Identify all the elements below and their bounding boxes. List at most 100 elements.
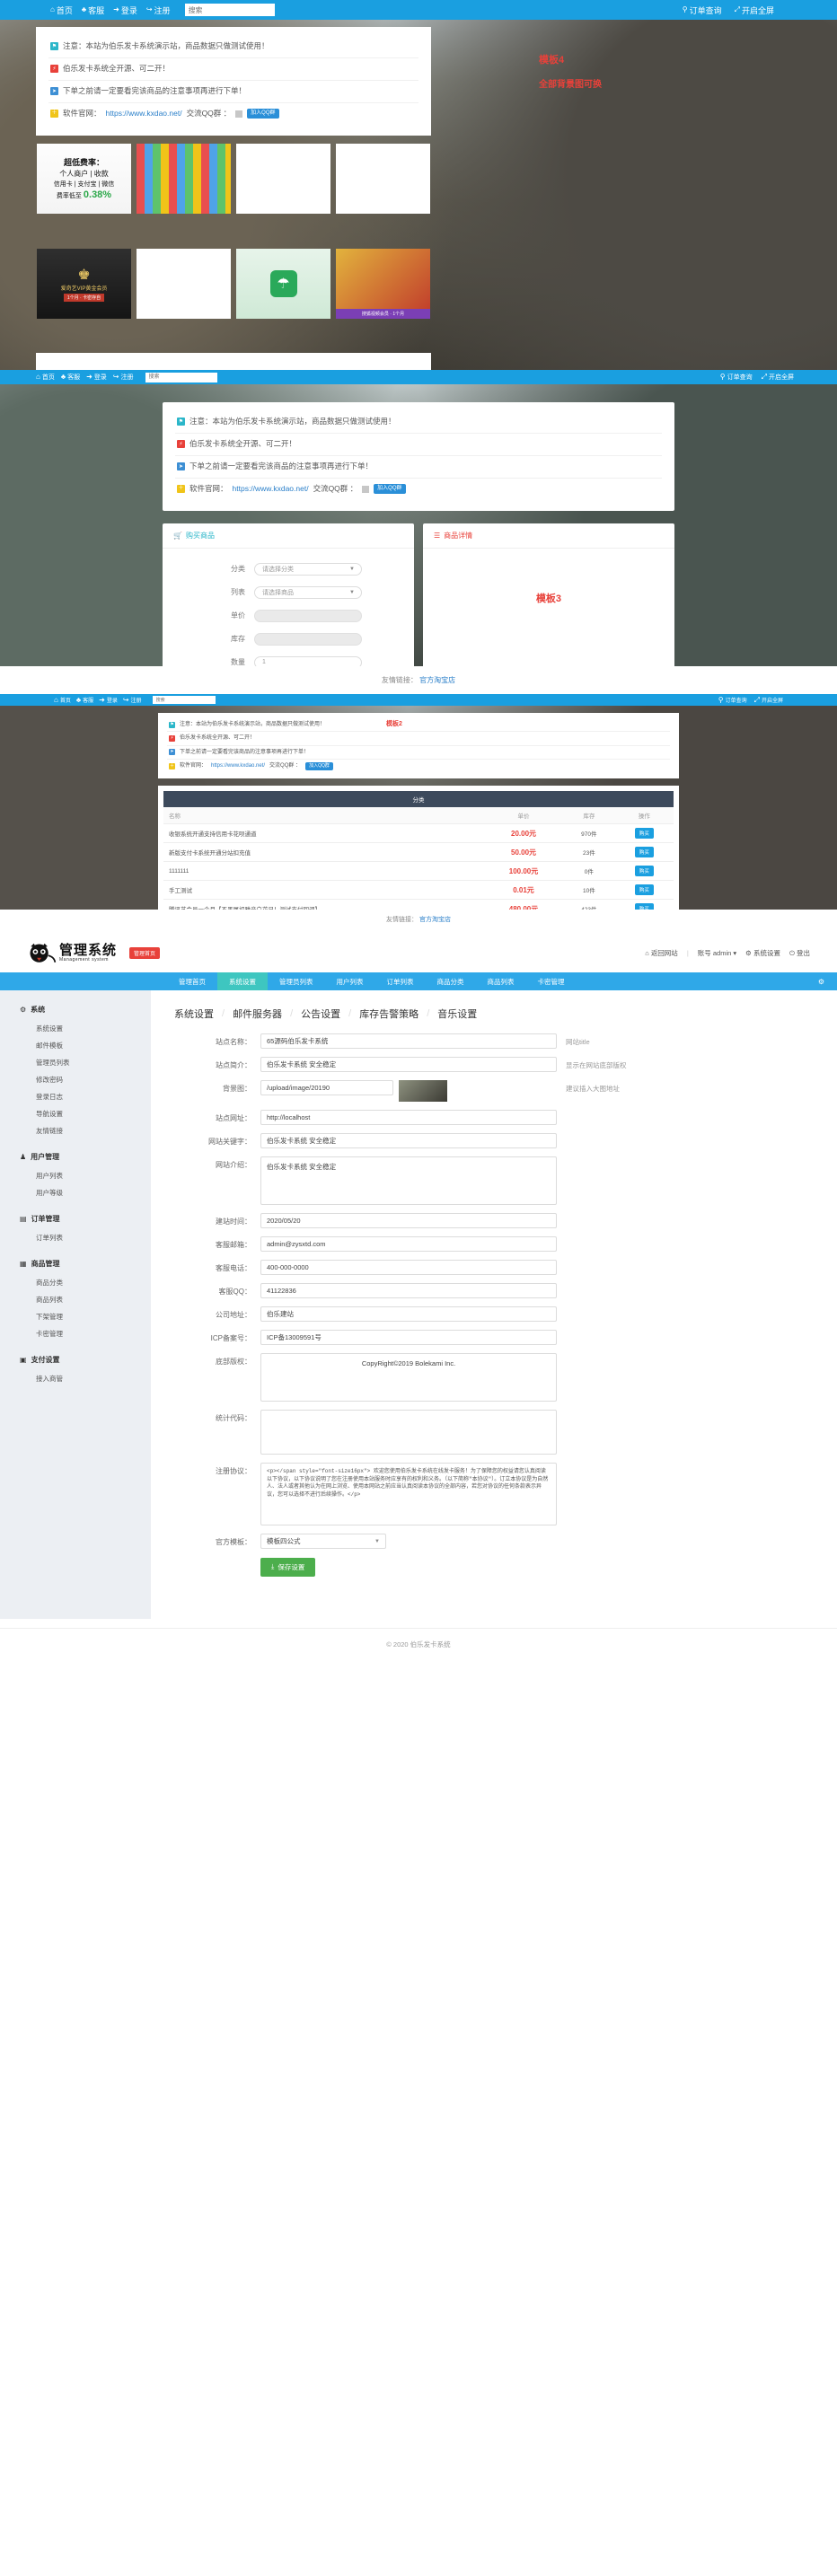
promo-vip-sub: 1个月 · 卡密存自 [63, 293, 105, 302]
template4-topbar: ⌂ 首页 ♣ 客服 ➜ 登录 ↪ 注册 ⚲ [0, 0, 837, 20]
sidebar-item-order-list[interactable]: 订单列表 [0, 1229, 151, 1246]
nav-tab-user-list[interactable]: 用户列表 [325, 972, 375, 990]
logout-link[interactable]: ⏻ 登出 [789, 948, 810, 958]
footer-copyright-textarea[interactable]: CopyRight©2019 Bolekami Inc. [260, 1353, 557, 1402]
join-qq-group-button[interactable]: 加入QQ群 [374, 484, 406, 494]
official-site-link[interactable]: https://www.kxdao.net/ [211, 762, 265, 769]
nav-item-fullscreen[interactable]: ⤢ 开启全屏 [762, 373, 794, 382]
nav-tab-product-category[interactable]: 商品分类 [426, 972, 476, 990]
sidebar-item-product-list[interactable]: 商品列表 [0, 1291, 151, 1308]
plus-icon: ＋ [169, 763, 175, 770]
site-description-textarea[interactable]: 伯乐发卡系统 安全稳定 [260, 1156, 557, 1205]
tab-stock-alert[interactable]: 库存告警策略 [351, 1007, 427, 1021]
nav-tab-card-management[interactable]: 卡密管理 [526, 972, 577, 990]
sidebar-item-change-password[interactable]: 修改密码 [0, 1071, 151, 1088]
company-address-input[interactable]: 伯乐建站 [260, 1306, 557, 1322]
background-image-thumbnail[interactable] [399, 1080, 447, 1102]
friend-link-taobao[interactable]: 官方淘宝店 [419, 676, 455, 684]
buy-button[interactable]: 购买 [634, 866, 654, 877]
quantity-input[interactable]: 1 [254, 655, 362, 666]
table-row[interactable]: 腾讯艺会员一个月【不墨属初雅音白花日！测试支付回调】 480.00元 423件 … [163, 899, 674, 910]
buy-button[interactable]: 购买 [634, 828, 654, 840]
join-qq-group-button[interactable]: 加入QQ群 [305, 762, 333, 771]
nav-item-login[interactable]: ➜ 登录 [113, 4, 137, 16]
sidebar-item-system-settings[interactable]: 系统设置 [0, 1020, 151, 1037]
nav-item-register[interactable]: ↪ 注册 [146, 4, 171, 16]
official-site-link[interactable]: https://www.kxdao.net/ [106, 109, 182, 119]
nav-item-service[interactable]: ♣ 客服 [61, 373, 80, 382]
sidebar-item-mail-template[interactable]: 邮件模板 [0, 1037, 151, 1054]
nav-tab-system-settings[interactable]: 系统设置 [217, 972, 268, 990]
tab-system-settings[interactable]: 系统设置 [174, 1007, 222, 1021]
search-input[interactable] [145, 372, 217, 382]
nav-item-login[interactable]: ➜ 登录 [99, 696, 118, 704]
category-select[interactable]: 请选择分类 ▼ [254, 562, 362, 576]
sidebar-item-nav-settings[interactable]: 导航设置 [0, 1105, 151, 1122]
nav-tab-dashboard[interactable]: 管理首页 [167, 972, 217, 990]
site-intro-input[interactable]: 伯乐发卡系统 安全稳定 [260, 1057, 557, 1072]
buy-button[interactable]: 购买 [634, 884, 654, 896]
nav-tab-order-list[interactable]: 订单列表 [375, 972, 426, 990]
tab-mail-server[interactable]: 邮件服务器 [225, 1007, 290, 1021]
system-settings-link[interactable]: ⚙ 系统设置 [745, 948, 780, 958]
sidebar-item-offshelf-management[interactable]: 下架管理 [0, 1308, 151, 1325]
registration-agreement-textarea[interactable]: <p></span style="font-size16px"> 欢迎您使用伯乐… [260, 1463, 557, 1525]
service-phone-input[interactable]: 400-000-0000 [260, 1260, 557, 1275]
site-url-input[interactable]: http://localhost [260, 1110, 557, 1125]
nav-item-login[interactable]: ➜ 登录 [86, 373, 107, 382]
sidebar-item-product-category[interactable]: 商品分类 [0, 1274, 151, 1291]
nav-item-fullscreen[interactable]: ⤢ 开启全屏 [735, 4, 774, 16]
table-row[interactable]: 收银系统开通支持信用卡花呗通道 20.00元 970件 购买 [163, 823, 674, 844]
statistics-code-textarea[interactable] [260, 1410, 557, 1455]
nav-item-home[interactable]: ⌂ 首页 [54, 696, 71, 704]
table-row[interactable]: 手工测试 0.01元 10件 购买 [163, 880, 674, 901]
nav-item-service[interactable]: ♣ 客服 [76, 696, 93, 704]
join-qq-group-button[interactable]: 加入QQ群 [247, 109, 279, 119]
save-settings-button[interactable]: ⤓ 保存设置 [260, 1557, 316, 1577]
nav-item-register[interactable]: ↪ 注册 [113, 373, 134, 382]
stock-input[interactable] [254, 632, 362, 646]
nav-item-service[interactable]: ♣ 客服 [82, 4, 104, 16]
friend-link-taobao[interactable]: 官方淘宝店 [419, 917, 451, 923]
established-time-input[interactable]: 2020/05/20 [260, 1213, 557, 1228]
service-qq-input[interactable]: 41122836 [260, 1283, 557, 1298]
nav-item-order-query[interactable]: ⚲ 订单查询 [683, 4, 722, 16]
sidebar-item-admin-list[interactable]: 管理员列表 [0, 1054, 151, 1071]
nav-item-home[interactable]: ⌂ 首页 [36, 373, 55, 382]
back-to-site-link[interactable]: ⌂ 返回网站 [645, 948, 678, 958]
nav-item-register[interactable]: ↪ 注册 [123, 696, 142, 704]
sidebar-item-user-level[interactable]: 用户等级 [0, 1184, 151, 1201]
site-keywords-input[interactable]: 伯乐发卡系统 安全稳定 [260, 1133, 557, 1148]
sidebar-item-card-management[interactable]: 卡密管理 [0, 1325, 151, 1342]
sidebar-item-login-log[interactable]: 登录日志 [0, 1088, 151, 1105]
official-site-link[interactable]: https://www.kxdao.net/ [233, 484, 309, 495]
table-row[interactable]: 新版支付卡系统开通分站扣充值 50.00元 23件 购买 [163, 842, 674, 863]
admin-home-chip[interactable]: 管理首页 [129, 946, 161, 959]
buy-button[interactable]: 购买 [634, 847, 654, 858]
service-email-input[interactable]: admin@zysxtd.com [260, 1236, 557, 1252]
sidebar-item-user-list[interactable]: 用户列表 [0, 1167, 151, 1184]
icp-number-input[interactable]: ICP备13009591号 [260, 1330, 557, 1345]
background-image-input[interactable]: /upload/image/20190 [260, 1080, 393, 1095]
account-menu[interactable]: 账号 admin ▾ [698, 948, 736, 958]
nav-tab-product-list[interactable]: 商品列表 [476, 972, 526, 990]
tab-announcement[interactable]: 公告设置 [293, 1007, 348, 1021]
nav-tab-admin-list[interactable]: 管理员列表 [268, 972, 325, 990]
official-template-select[interactable]: 模板四公式 ▼ [260, 1534, 386, 1549]
buy-button[interactable]: 购买 [634, 903, 654, 910]
nav-item-fullscreen[interactable]: ⤢ 开启全屏 [754, 696, 783, 704]
admin-logo[interactable]: 管理系统 Management system 管理首页 [27, 942, 161, 963]
nav-item-order-query[interactable]: ⚲ 订单查询 [720, 373, 753, 382]
nav-gear-icon[interactable]: ⚙ [818, 978, 824, 986]
nav-item-order-query[interactable]: ⚲ 订单查询 [718, 696, 747, 704]
sidebar-item-payment-provider[interactable]: 接入商管 [0, 1370, 151, 1387]
product-select[interactable]: 请选择商品 ▼ [254, 585, 362, 599]
tab-music-settings[interactable]: 音乐设置 [429, 1007, 485, 1021]
search-input[interactable] [152, 696, 216, 704]
search-input[interactable] [184, 4, 275, 16]
table-row[interactable]: 1111111 100.00元 0件 购买 [163, 861, 674, 882]
site-name-input[interactable]: 65源码伯乐发卡系统 [260, 1033, 557, 1049]
sidebar-item-friend-links[interactable]: 友情链接 [0, 1122, 151, 1139]
nav-item-home[interactable]: ⌂ 首页 [50, 4, 73, 16]
unit-price-input[interactable] [254, 609, 362, 622]
